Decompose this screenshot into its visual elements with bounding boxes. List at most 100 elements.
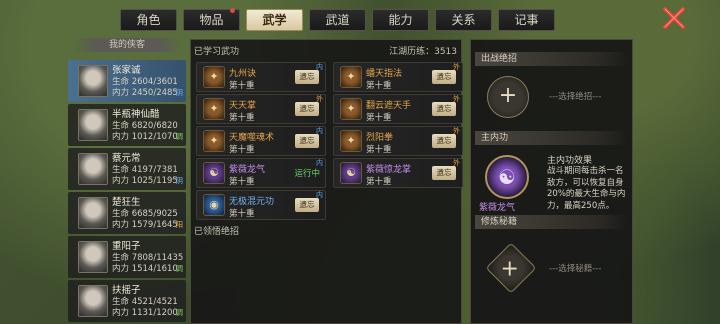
skill-type-badge: 外: [453, 159, 460, 167]
hero-name: 楚狂生: [112, 197, 141, 208]
hero-tag: 调: [175, 132, 184, 141]
forget-button[interactable]: 遗忘: [295, 134, 319, 148]
hero-tag: 阴: [175, 176, 184, 185]
forget-button[interactable]: 遗忘: [295, 102, 319, 116]
hero-card[interactable]: 半瓶神仙醋 生命 6820/6820 内力 1012/1070 调: [68, 104, 186, 146]
effect-title: 主内功效果: [547, 156, 593, 166]
skill-name: 无极混元功: [229, 197, 275, 207]
hero-card[interactable]: 张家诚 生命 2604/3601 内力 2450/2485 阴: [68, 60, 186, 102]
hero-portrait: [78, 241, 108, 273]
hero-card[interactable]: 重阳子 生命 7808/11435 内力 1514/1610 调: [68, 236, 186, 278]
forget-button[interactable]: 遗忘: [432, 134, 456, 148]
skill-type-badge: 外: [453, 63, 460, 71]
skill-icon: ◉: [203, 194, 225, 216]
tab-1[interactable]: 物品: [183, 8, 240, 31]
skill-icon: ✦: [340, 130, 362, 152]
skill-icon: ✦: [340, 98, 362, 120]
hero-portrait: [78, 153, 108, 185]
hero-list-header: 我的侠客: [74, 38, 180, 52]
hero-mp: 内力 1025/1195: [112, 176, 178, 186]
skill-card[interactable]: ◉ 无极混元功第十重 遗忘内: [196, 190, 326, 220]
hero-mp: 内力 2450/2485: [112, 88, 178, 98]
hero-mp: 内力 1131/1200: [112, 308, 178, 318]
battle-move-header: 出战绝招: [475, 52, 628, 66]
skill-type-badge: 内: [316, 127, 323, 135]
secret-manual-header: 修炼秘籍: [475, 215, 628, 229]
skill-card[interactable]: ✦ 蟠天指法 第十重 遗忘外: [333, 62, 463, 92]
hero-card[interactable]: 楚狂生 生命 6685/9025 内力 1579/1645 阳: [68, 192, 186, 234]
tab-label: 物品: [199, 13, 224, 27]
skill-card[interactable]: ☯ 紫薇惊龙掌第十重 遗忘外: [333, 158, 463, 188]
forget-button[interactable]: 遗忘: [432, 166, 456, 180]
tab-label: 武道: [325, 13, 350, 27]
jianghu-experience: 江湖历练：3513: [389, 47, 457, 57]
skill-card[interactable]: ✦ 九州诀 第十重 遗忘内: [196, 62, 326, 92]
tab-label: 武学: [262, 13, 287, 27]
skill-level: 第十重: [229, 113, 255, 123]
skill-icon: ✦: [203, 66, 225, 88]
tab-5[interactable]: 关系: [435, 9, 492, 31]
secret-manual-slot[interactable]: +: [485, 242, 537, 294]
secret-manual-hint: ---选择秘籍---: [549, 264, 602, 274]
skill-type-badge: 外: [453, 127, 460, 135]
skill-type-badge: 外: [316, 95, 323, 103]
martial-arts-panel: 已学习武功 江湖历练：3513 ✦ 九州诀 第十重 遗忘内 ✦ 天天掌 第十重 遗忘外 ✦ 天魔噬…: [190, 39, 463, 324]
skill-name: 天魔噬魂术: [229, 133, 275, 143]
tab-label: 角色: [136, 13, 161, 27]
tab-0[interactable]: 角色: [120, 9, 177, 31]
skill-icon: ✦: [340, 66, 362, 88]
skill-icon: ☯: [203, 162, 225, 184]
skill-card[interactable]: ✦ 烈阳拳 第十重 遗忘外: [333, 126, 463, 156]
close-icon[interactable]: [661, 5, 687, 31]
tab-6[interactable]: 记事: [498, 9, 555, 31]
forget-button[interactable]: 遗忘: [432, 102, 456, 116]
tab-2[interactable]: 武学: [246, 9, 303, 31]
hero-tag: 阳: [175, 220, 184, 229]
skill-type-badge: 内: [316, 191, 323, 199]
hero-mp: 内力 1579/1645: [112, 220, 178, 230]
hero-name: 扶摇子: [112, 285, 141, 296]
battle-move-slot[interactable]: +: [487, 76, 529, 118]
hero-portrait: [78, 109, 108, 141]
hero-name: 蔡元常: [112, 153, 141, 164]
hero-portrait: [78, 197, 108, 229]
skill-icon: ☯: [340, 162, 362, 184]
effect-text: 战斗期间每击杀一名敌方，可以恢复自身20%的最大生命与内力，最高250点。: [547, 166, 626, 211]
skill-level: 第十重: [229, 177, 255, 187]
notification-dot: [230, 8, 235, 13]
skill-name: 翻云遮天手: [366, 101, 412, 111]
skill-level: 第十重: [229, 145, 255, 155]
skill-card[interactable]: ☯ 紫薇龙气 第十重 运行中 内: [196, 158, 326, 188]
skill-name: 紫薇龙气: [229, 165, 266, 175]
learned-arts-label: 已学习武功: [194, 47, 240, 57]
skill-card[interactable]: ✦ 翻云遮天手第十重 遗忘外: [333, 94, 463, 124]
forget-button[interactable]: 遗忘: [295, 70, 319, 84]
hero-portrait: [78, 285, 108, 317]
skill-name: 紫薇惊龙掌: [366, 165, 412, 175]
main-art-icon[interactable]: ☯: [485, 155, 529, 199]
skill-name: 烈阳拳: [366, 133, 394, 143]
skill-name: 九州诀: [229, 69, 257, 79]
hero-portrait: [78, 65, 108, 97]
skill-icon: ✦: [203, 98, 225, 120]
skill-card[interactable]: ✦ 天天掌第十重 遗忘外: [196, 94, 326, 124]
skill-level: 第十重: [366, 113, 392, 123]
hero-card[interactable]: 蔡元常 生命 4197/7381 内力 1025/1195 阴: [68, 148, 186, 190]
forget-button[interactable]: 遗忘: [432, 70, 456, 84]
hero-tag: 调: [175, 308, 184, 317]
hero-name: 重阳子: [112, 241, 141, 252]
skill-name: 天天掌: [229, 101, 257, 111]
tab-3[interactable]: 武道: [309, 9, 366, 31]
skill-level: 第十重: [366, 177, 392, 187]
hero-mp: 内力 1514/1610: [112, 264, 178, 274]
hero-card[interactable]: 扶摇子 生命 4521/4521 内力 1131/1200 调: [68, 280, 186, 322]
tab-4[interactable]: 能力: [372, 9, 429, 31]
skill-icon: ✦: [203, 130, 225, 152]
skill-level: 第十重: [229, 209, 255, 219]
comprehended-moves-label: 已领悟绝招: [194, 227, 240, 237]
skill-type-badge: 内: [316, 159, 323, 167]
skill-type-badge: 外: [453, 95, 460, 103]
skill-name: 蟠天指法: [366, 69, 403, 79]
skill-card[interactable]: ✦ 天魔噬魂术第十重 遗忘内: [196, 126, 326, 156]
forget-button[interactable]: 遗忘: [295, 198, 319, 212]
